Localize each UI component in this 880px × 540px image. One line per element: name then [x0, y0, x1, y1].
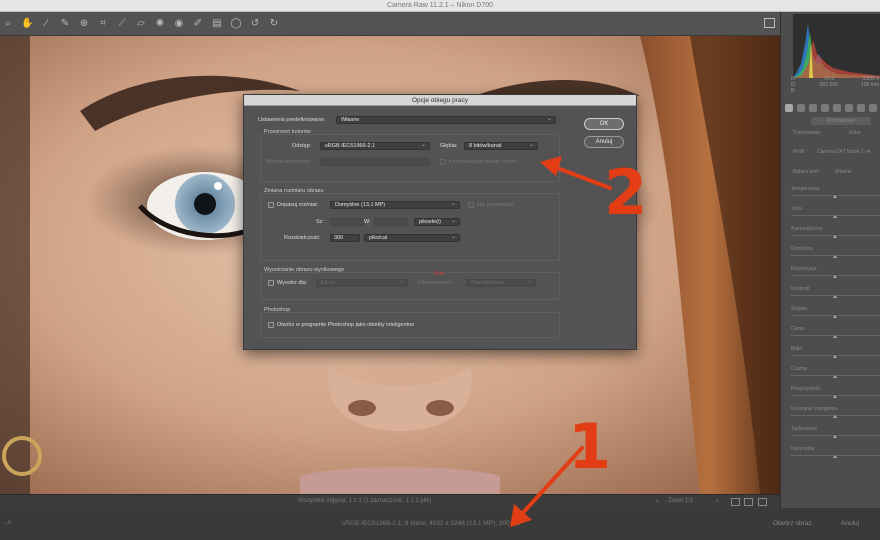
annotation-number-1: 1 — [568, 410, 612, 483]
annotation-arrows — [510, 156, 612, 527]
arrow-2-head — [540, 156, 562, 176]
annotation-number-2: 2 — [604, 156, 648, 229]
arrow-2-shaft — [550, 164, 612, 190]
